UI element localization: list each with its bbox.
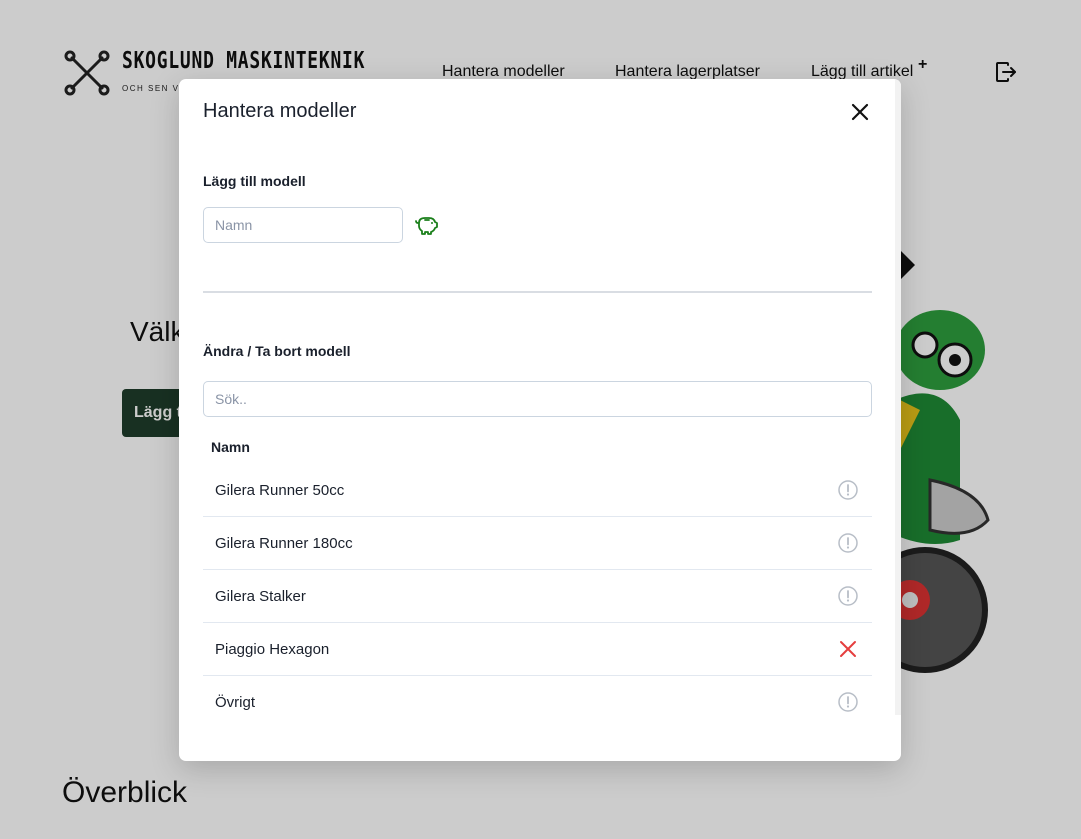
model-name-input[interactable] (203, 207, 403, 243)
model-name: Gilera Runner 180cc (215, 534, 353, 552)
column-header-name: Namn (211, 439, 250, 455)
info-circle-icon[interactable] (838, 586, 858, 606)
model-row[interactable]: Gilera Runner 180cc (203, 517, 872, 570)
model-search-input[interactable] (203, 381, 872, 417)
model-name: Övrigt (215, 694, 256, 711)
edit-model-label: Ändra / Ta bort modell (203, 343, 351, 359)
model-row[interactable]: Gilera Runner 50cc (203, 464, 872, 517)
model-row[interactable]: Piaggio Hexagon (203, 623, 872, 676)
info-circle-icon[interactable] (838, 692, 858, 712)
info-circle-icon[interactable] (838, 533, 858, 553)
model-name: Piaggio Hexagon (215, 640, 330, 658)
model-name: Gilera Runner 50cc (215, 481, 345, 499)
model-row[interactable]: Övrigt (203, 676, 872, 729)
add-model-label: Lägg till modell (203, 173, 306, 189)
modal-scrollbar[interactable] (895, 79, 901, 715)
model-name: Gilera Stalker (215, 587, 306, 605)
model-row[interactable]: Gilera Stalker (203, 570, 872, 623)
piggy-bank-icon[interactable] (415, 214, 439, 236)
info-circle-icon[interactable] (838, 480, 858, 500)
section-divider (203, 291, 872, 293)
delete-x-icon[interactable] (838, 639, 858, 659)
manage-models-modal: Hantera modeller Lägg till modell Ändra … (179, 79, 901, 761)
model-list: Gilera Runner 50cc Gilera Runner 180cc G… (203, 464, 872, 729)
modal-title: Hantera modeller (203, 100, 357, 122)
close-icon[interactable] (847, 99, 873, 125)
